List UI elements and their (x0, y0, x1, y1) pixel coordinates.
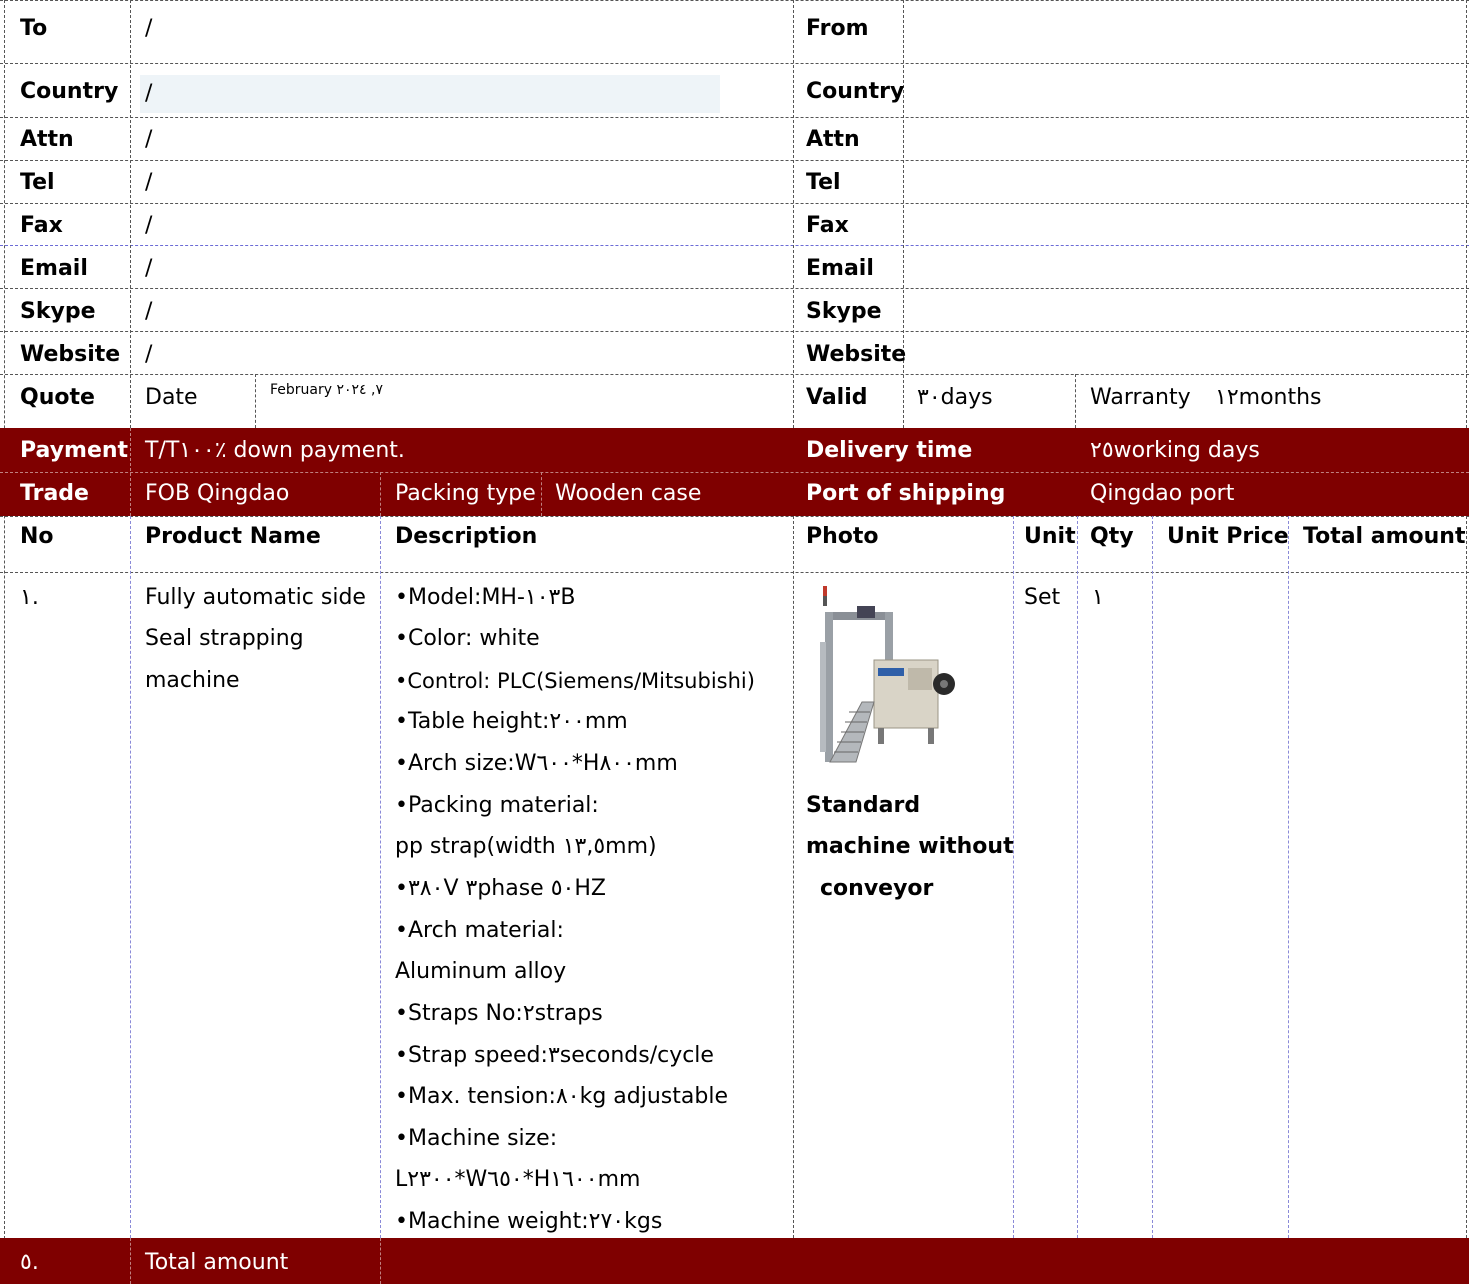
photo-caption-line: machine without (806, 834, 1014, 859)
total-row-label: Total amount (145, 1250, 289, 1275)
col-photo: Photo (806, 524, 879, 549)
delivery-value: ٢٥working days (1090, 438, 1260, 463)
description-line: •Max. tension:٨٠kg adjustable (395, 1084, 728, 1109)
description-line: •٣٨٠V ٣phase ٥٠HZ (395, 876, 606, 901)
email-label: Email (20, 256, 88, 281)
description-line: •Arch size:W٦٠٠*H٨٠٠mm (395, 751, 678, 776)
product-name-line: machine (145, 668, 240, 693)
fax-value: / (145, 213, 153, 238)
strapping-machine-image (820, 586, 955, 763)
warranty-value: ١٢months (1215, 385, 1322, 410)
to-value: / (145, 16, 153, 41)
description-line: •Machine size: (395, 1126, 558, 1151)
packing-label: Packing type (395, 481, 536, 506)
from-label: From (806, 16, 869, 41)
col-unit: Unit (1024, 524, 1076, 549)
warranty-label: Warranty (1090, 385, 1191, 410)
trade-label: Trade (20, 481, 89, 506)
attn-value: / (145, 127, 153, 152)
description-line: •Control: PLC(Siemens/Mitsubishi) (395, 669, 755, 693)
packing-value: Wooden case (555, 481, 702, 506)
description-line: •Color: white (395, 626, 540, 651)
tel-label: Tel (20, 170, 55, 195)
trade-value: FOB Qingdao (145, 481, 290, 506)
from-fax-label: Fax (806, 213, 849, 238)
col-product-name: Product Name (145, 524, 321, 549)
description-line: Aluminum alloy (395, 959, 567, 984)
total-row-no: ٥. (20, 1250, 39, 1275)
website-value: / (145, 342, 153, 367)
website-label: Website (20, 342, 121, 367)
col-qty: Qty (1090, 524, 1134, 549)
description-line: •Model:MH-١٠٣B (395, 585, 576, 610)
payment-value: T/T١٠٠٪ down payment. (145, 438, 405, 463)
from-email-label: Email (806, 256, 874, 281)
photo-caption-line: Standard (806, 793, 921, 818)
quote-label: Quote (20, 385, 95, 410)
item-qty: ١ (1092, 585, 1104, 610)
port-value: Qingdao port (1090, 481, 1235, 506)
col-total-amount: Total amount (1303, 524, 1466, 549)
delivery-label: Delivery time (806, 438, 973, 463)
description-line: •Table height:٢٠٠mm (395, 709, 628, 734)
description-line: L٢٣٠٠*W٦٥٠*H١٦٠٠mm (395, 1167, 641, 1192)
col-no: No (20, 524, 54, 549)
description-line: •Arch material: (395, 918, 564, 943)
date-label: Date (145, 385, 198, 410)
email-value: / (145, 256, 153, 281)
description-line: pp strap(width ١٣,٥mm) (395, 834, 657, 859)
photo-caption-line: conveyor (820, 876, 934, 901)
description-line: •Straps No:٢straps (395, 1001, 603, 1026)
description-line: •Packing material: (395, 793, 599, 818)
port-label: Port of shipping (806, 481, 1006, 506)
country-value: / (145, 81, 153, 106)
product-name-line: Seal strapping (145, 626, 304, 651)
valid-value: ٣٠days (917, 385, 993, 410)
payment-label: Payment (20, 438, 129, 463)
skype-value: / (145, 299, 153, 324)
tel-value: / (145, 170, 153, 195)
from-website-label: Website (806, 342, 907, 367)
from-skype-label: Skype (806, 299, 882, 324)
item-unit: Set (1024, 585, 1061, 610)
valid-label: Valid (806, 385, 868, 410)
from-country-label: Country (806, 79, 905, 104)
machine-photo (812, 584, 957, 766)
item-no: ١. (20, 585, 39, 610)
country-field-highlight (140, 75, 720, 113)
col-unit-price: Unit Price (1167, 524, 1289, 549)
to-label: To (20, 16, 48, 41)
description-line: •Strap speed:٣seconds/cycle (395, 1043, 714, 1068)
description-line: •Machine weight:٢٧٠kgs (395, 1209, 663, 1234)
attn-label: Attn (20, 127, 74, 152)
col-description: Description (395, 524, 538, 549)
skype-label: Skype (20, 299, 96, 324)
from-attn-label: Attn (806, 127, 860, 152)
from-tel-label: Tel (806, 170, 841, 195)
date-value: February ٧, ٢٠٢٤ (270, 382, 384, 398)
country-label: Country (20, 79, 119, 104)
fax-label: Fax (20, 213, 63, 238)
product-name-line: Fully automatic side (145, 585, 366, 610)
